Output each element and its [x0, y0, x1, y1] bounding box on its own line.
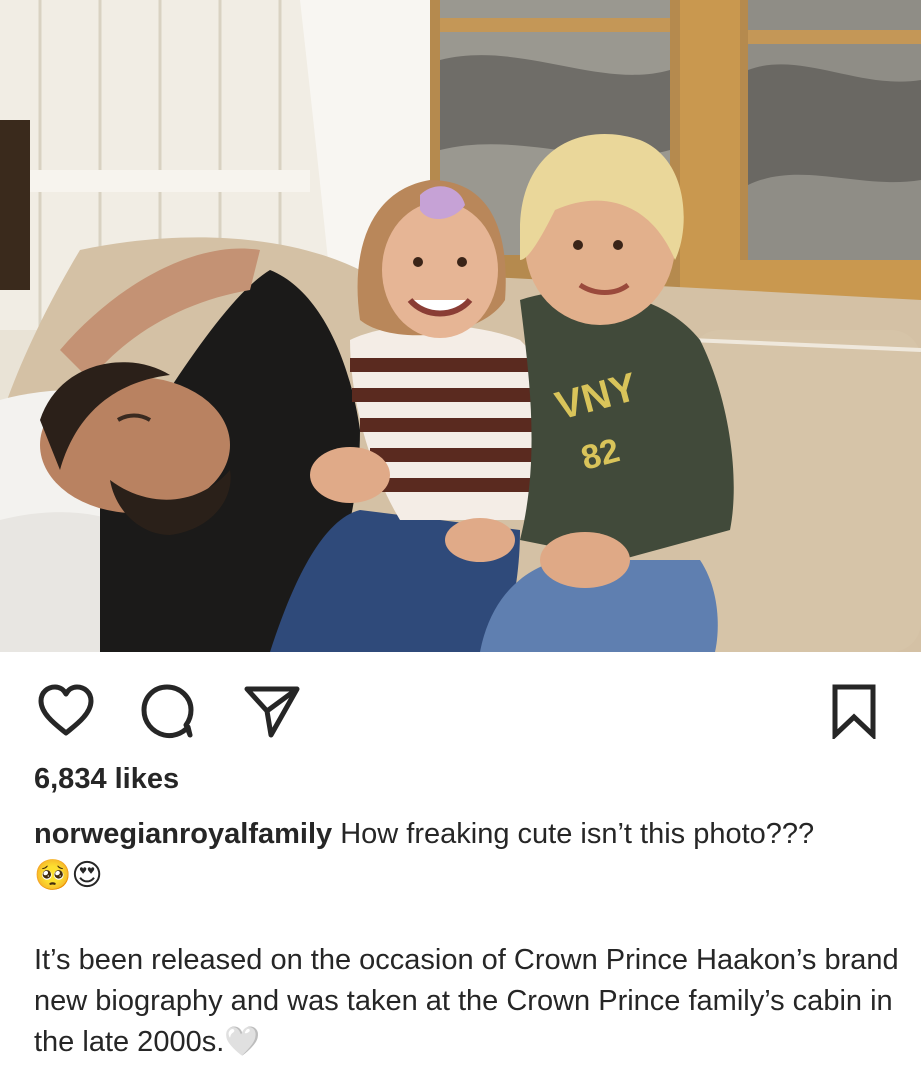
comment-button[interactable]: [140, 683, 196, 739]
bookmark-icon: [832, 684, 876, 739]
caption-text: How freaking cute isn’t this photo???: [340, 818, 815, 850]
share-button[interactable]: [243, 683, 301, 739]
caption-emojis-row: 🥺😍: [34, 858, 103, 894]
post-photo[interactable]: VNY 82: [0, 0, 921, 652]
save-button[interactable]: [830, 683, 878, 739]
send-icon: [244, 686, 300, 738]
like-button[interactable]: [37, 683, 95, 737]
caption-username[interactable]: norwegianroyalfamily: [34, 818, 332, 850]
caption-emojis: 🥺😍: [34, 859, 103, 892]
heart-icon: [38, 684, 94, 736]
caption-body: It’s been released on the occasion of Cr…: [34, 944, 899, 1058]
comment-icon: [141, 684, 194, 739]
caption-header: norwegianroyalfamily How freaking cute i…: [34, 814, 894, 854]
likes-count[interactable]: 6,834 likes: [34, 763, 179, 796]
family-photo-illustration: VNY 82: [0, 0, 921, 652]
